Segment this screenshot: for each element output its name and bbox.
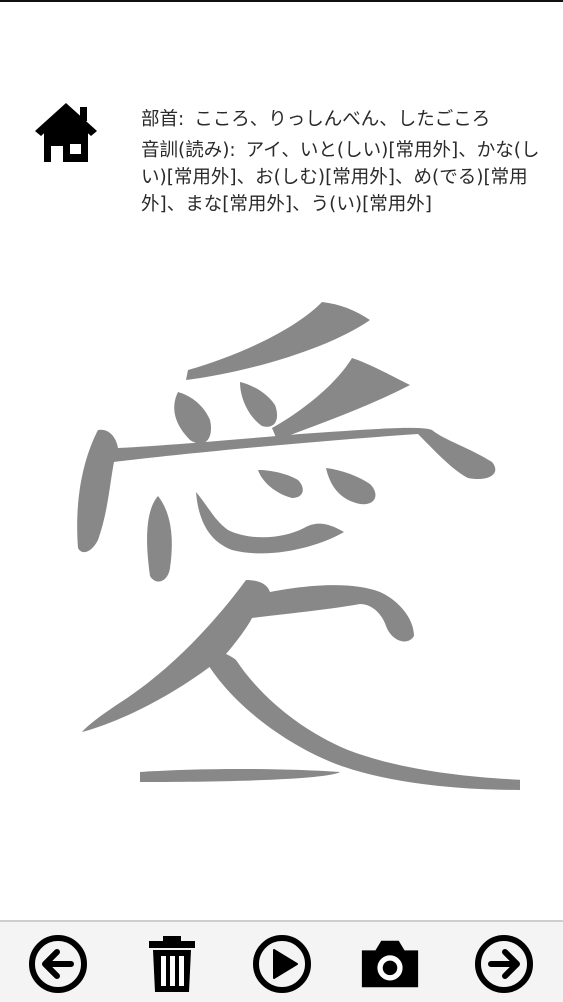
trash-icon bbox=[149, 936, 195, 992]
play-button[interactable] bbox=[250, 932, 314, 996]
radical-value: こころ、りっしんべん、したごころ bbox=[194, 109, 491, 130]
radical-row: 部首: こころ、りっしんべん、したごころ bbox=[141, 106, 556, 133]
home-button[interactable] bbox=[34, 100, 98, 164]
kanji-info-panel: 部首: こころ、りっしんべん、したごころ 音訓(読み): アイ、いと(しい)[常用外… bbox=[141, 106, 556, 218]
top-divider bbox=[0, 0, 563, 2]
bottom-toolbar bbox=[0, 920, 563, 1002]
reading-label: 音訓(読み): bbox=[141, 140, 236, 161]
camera-icon bbox=[361, 940, 419, 988]
home-icon bbox=[35, 103, 97, 162]
play-circle-icon bbox=[253, 935, 311, 993]
delete-button[interactable] bbox=[140, 932, 204, 996]
arrow-left-circle-icon bbox=[29, 935, 87, 993]
reading-row: 音訓(読み): アイ、いと(しい)[常用外]、かな(しい)[常用外]、お(しむ)[… bbox=[141, 137, 556, 218]
previous-button[interactable] bbox=[26, 932, 90, 996]
kanji-strokes bbox=[77, 302, 528, 790]
kanji-display bbox=[60, 300, 528, 800]
arrow-right-circle-icon bbox=[475, 935, 533, 993]
radical-label: 部首: bbox=[141, 109, 185, 130]
next-button[interactable] bbox=[472, 932, 536, 996]
camera-button[interactable] bbox=[358, 932, 422, 996]
